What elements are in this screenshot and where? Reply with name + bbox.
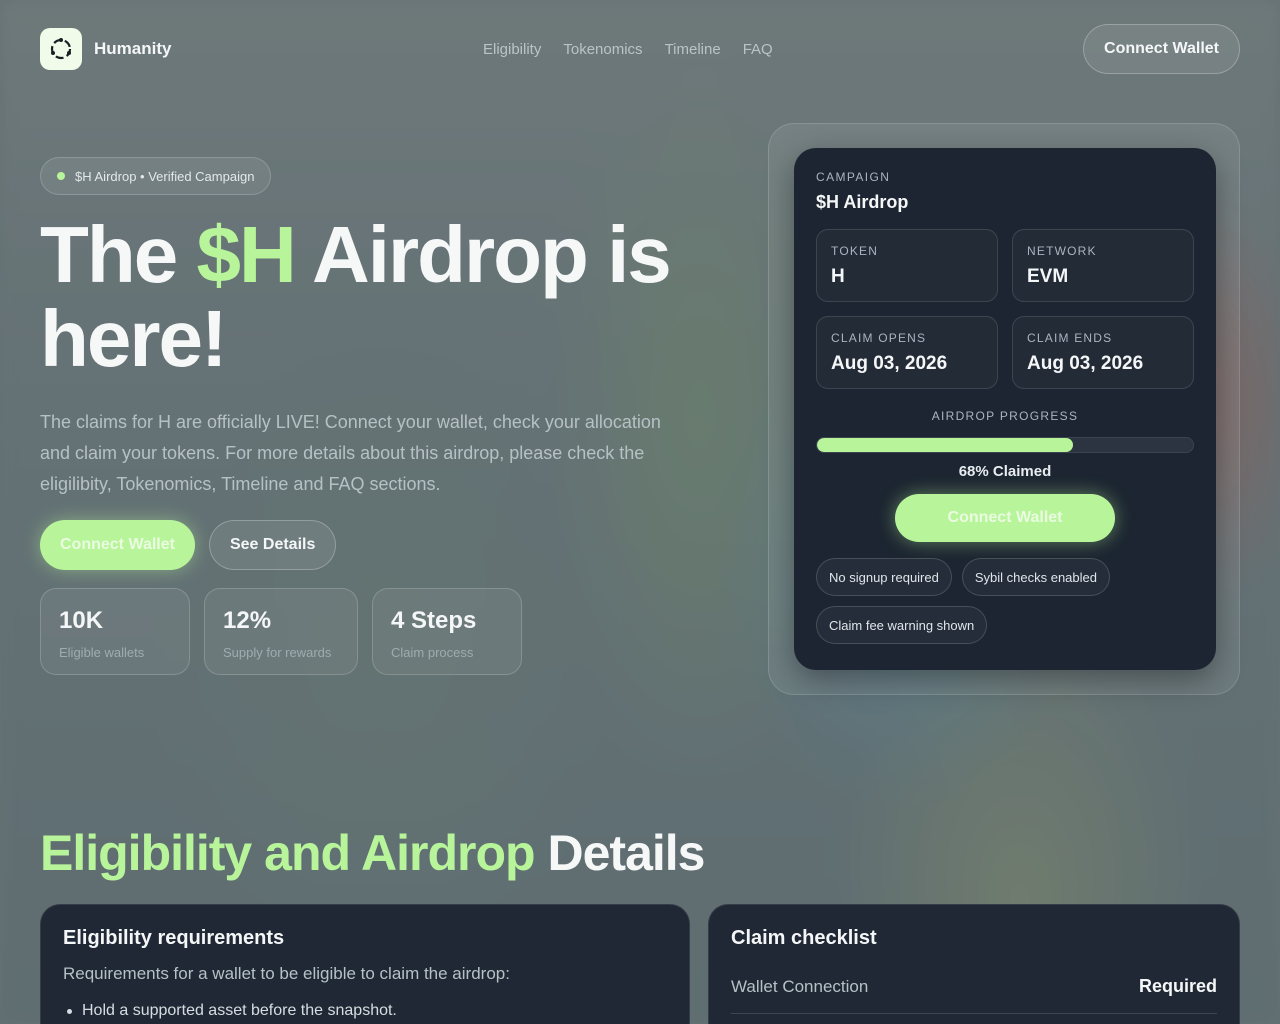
stat-value: 10K (59, 607, 104, 634)
nav-timeline[interactable]: Timeline (665, 41, 721, 58)
tag-claim-fee-warning: Claim fee warning shown (816, 606, 988, 644)
field-token: TOKEN H (816, 229, 998, 302)
section-title-post: Details (534, 825, 706, 881)
nav-eligibility[interactable]: Eligibility (483, 41, 541, 58)
section-title-accent: Eligibility and Airdrop (40, 825, 536, 881)
status-dot-icon (57, 172, 65, 180)
airdrop-progress-bar (816, 437, 1194, 453)
stat-label: Eligible wallets (59, 645, 145, 660)
hero-title: The $H Airdrop is here! (40, 213, 720, 381)
list-item: Hold a supported asset before the snapsh… (63, 1002, 667, 1020)
hero-title-pre: The (40, 210, 197, 299)
field-key: CLAIM OPENS (831, 331, 927, 345)
eligibility-subtitle: Requirements for a wallet to be eligible… (63, 964, 510, 983)
stat-label: Claim process (391, 645, 474, 660)
campaign-badge-label: $H Airdrop • Verified Campaign (75, 168, 255, 184)
nav-faq[interactable]: FAQ (743, 41, 773, 58)
stat-value: 4 Steps (391, 607, 477, 634)
campaign-card: CAMPAIGN $H Airdrop TOKEN H NETWORK EVM … (794, 148, 1216, 670)
humanity-logo-icon (40, 28, 82, 70)
top-nav-bar: Humanity Eligibility Tokenomics Timeline… (40, 24, 1240, 74)
stat-supply-for-rewards: 12% Supply for rewards (204, 588, 358, 675)
progress-fill (817, 438, 1073, 452)
tag-sybil-checks: Sybil checks enabled (961, 558, 1110, 596)
hero-stats: 10K Eligible wallets 12% Supply for rewa… (40, 588, 720, 675)
section-title: Eligibility and Airdrop Details (40, 823, 706, 883)
list-item-text: Hold a supported asset before the snapsh… (82, 1002, 397, 1019)
header-connect-wallet-button[interactable]: Connect Wallet (1083, 24, 1240, 74)
hero-description: The claims for H are officially LIVE! Co… (40, 412, 661, 494)
main-nav: Eligibility Tokenomics Timeline FAQ (483, 41, 773, 58)
brand-name: Humanity (94, 39, 172, 58)
eligibility-title: Eligibility requirements (63, 927, 285, 949)
eligibility-list: Hold a supported asset before the snapsh… (63, 1002, 667, 1020)
checklist-title: Claim checklist (731, 927, 877, 949)
checklist-row: Wallet Connection Required (731, 976, 1217, 1014)
card-connect-wallet-button[interactable]: Connect Wallet (895, 494, 1115, 542)
hero-title-accent: $H (196, 210, 296, 299)
field-claim-ends: CLAIM ENDS Aug 03, 2026 (1012, 316, 1194, 389)
field-key: NETWORK (1027, 244, 1097, 258)
hero-connect-wallet-button[interactable]: Connect Wallet (40, 520, 195, 570)
checklist-value: Required (1138, 976, 1217, 996)
campaign-name: $H Airdrop (816, 192, 909, 212)
field-network: NETWORK EVM (1012, 229, 1194, 302)
field-value: Aug 03, 2026 (1027, 353, 1144, 374)
campaign-eyebrow: CAMPAIGN (816, 170, 891, 184)
eligibility-panel: Eligibility requirements Requirements fo… (40, 904, 690, 1024)
campaign-card-frame: CAMPAIGN $H Airdrop TOKEN H NETWORK EVM … (768, 123, 1240, 695)
field-key: CLAIM ENDS (1027, 331, 1113, 345)
field-value: H (831, 266, 845, 287)
campaign-badge: $H Airdrop • Verified Campaign (40, 157, 272, 195)
stat-eligible-wallets: 10K Eligible wallets (40, 588, 190, 675)
bullet-icon (67, 1008, 72, 1014)
field-value: Aug 03, 2026 (831, 353, 948, 374)
hero-cta-row: Connect Wallet See Details (40, 520, 720, 570)
checklist-key: Wallet Connection (731, 976, 869, 996)
stat-label: Supply for rewards (223, 645, 332, 660)
field-claim-opens: CLAIM OPENS Aug 03, 2026 (816, 316, 998, 389)
feature-tags: No signup required Sybil checks enabled … (816, 558, 1194, 644)
campaign-fields: TOKEN H NETWORK EVM CLAIM OPENS Aug 03, … (816, 229, 1194, 389)
nav-tokenomics[interactable]: Tokenomics (563, 41, 642, 58)
see-details-button[interactable]: See Details (208, 520, 337, 570)
tag-no-signup: No signup required (816, 558, 952, 596)
progress-text: 68% Claimed (958, 463, 1052, 480)
claim-checklist-panel: Claim checklist Wallet Connection Requir… (708, 904, 1240, 1024)
stat-value: 12% (223, 607, 272, 634)
field-key: TOKEN (831, 244, 879, 258)
field-value: EVM (1027, 266, 1069, 287)
brand[interactable]: Humanity (40, 28, 171, 70)
progress-label: AIRDROP PROGRESS (931, 409, 1079, 423)
stat-claim-process: 4 Steps Claim process (372, 588, 522, 675)
hero-section: $H Airdrop • Verified Campaign The $H Ai… (40, 157, 720, 675)
